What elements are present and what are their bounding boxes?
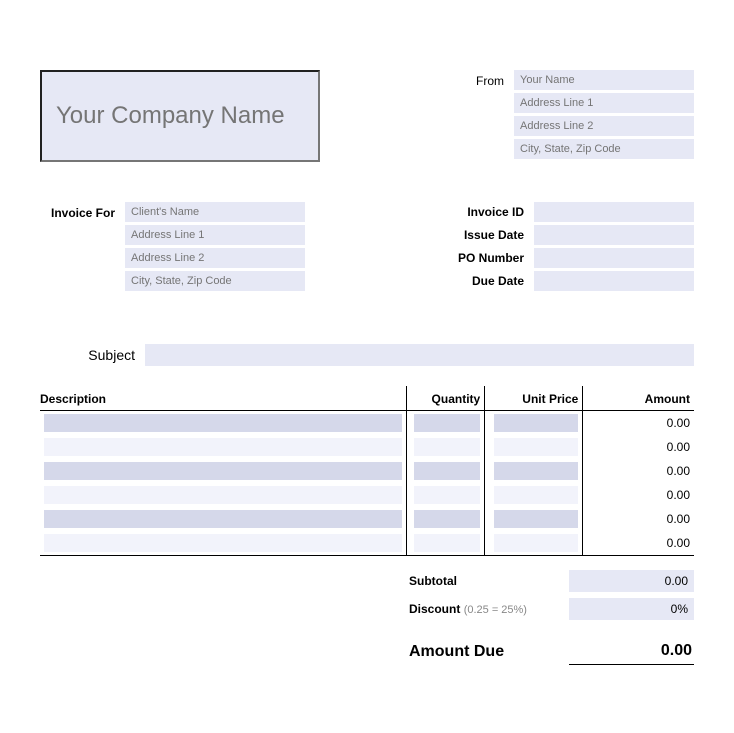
client-csz-input[interactable] <box>125 271 305 291</box>
from-name-input[interactable] <box>514 70 694 90</box>
quantity-input[interactable] <box>414 486 480 504</box>
quantity-input[interactable] <box>414 438 480 456</box>
po-number-label: PO Number <box>434 251 524 265</box>
invoice-id-input[interactable] <box>534 202 694 222</box>
po-number-input[interactable] <box>534 248 694 268</box>
client-addr1-input[interactable] <box>125 225 305 245</box>
client-name-input[interactable] <box>125 202 305 222</box>
table-row: 0.00 <box>40 435 694 459</box>
discount-row: Discount (0.25 = 25%) 0% <box>40 598 694 620</box>
invoice-meta-block: Invoice ID Issue Date PO Number Due Date <box>434 202 694 294</box>
unit-price-input[interactable] <box>494 414 579 432</box>
from-address-fields <box>514 70 694 162</box>
amount-cell: 0.00 <box>583 483 694 507</box>
from-addr2-input[interactable] <box>514 116 694 136</box>
table-row: 0.00 <box>40 411 694 436</box>
po-number-row: PO Number <box>434 248 694 268</box>
issue-date-label: Issue Date <box>434 228 524 242</box>
subject-input[interactable] <box>145 344 694 366</box>
invoice-for-block: Invoice For <box>40 202 305 294</box>
invoice-template: From Invoice For Invoice ID <box>0 0 734 705</box>
discount-hint: (0.25 = 25%) <box>464 604 527 616</box>
amount-cell: 0.00 <box>583 507 694 531</box>
from-csz-input[interactable] <box>514 139 694 159</box>
from-label: From <box>444 70 504 162</box>
description-input[interactable] <box>44 438 402 456</box>
amount-due-label: Amount Due <box>409 643 569 661</box>
quantity-input[interactable] <box>414 534 480 552</box>
company-name-input[interactable] <box>40 70 320 162</box>
invoice-id-row: Invoice ID <box>434 202 694 222</box>
discount-label: Discount (0.25 = 25%) <box>409 602 569 616</box>
quantity-input[interactable] <box>414 510 480 528</box>
description-input[interactable] <box>44 414 402 432</box>
totals-block: Subtotal 0.00 Discount (0.25 = 25%) 0% A… <box>40 570 694 665</box>
table-row: 0.00 <box>40 459 694 483</box>
mid-row: Invoice For Invoice ID Issue Date PO Num… <box>40 202 694 294</box>
description-input[interactable] <box>44 462 402 480</box>
issue-date-row: Issue Date <box>434 225 694 245</box>
header-quantity: Quantity <box>406 386 484 411</box>
client-addr2-input[interactable] <box>125 248 305 268</box>
header-amount: Amount <box>583 386 694 411</box>
quantity-input[interactable] <box>414 462 480 480</box>
subtotal-value: 0.00 <box>569 570 694 592</box>
description-input[interactable] <box>44 510 402 528</box>
description-input[interactable] <box>44 534 402 552</box>
quantity-input[interactable] <box>414 414 480 432</box>
header-description: Description <box>40 386 406 411</box>
issue-date-input[interactable] <box>534 225 694 245</box>
subtotal-row: Subtotal 0.00 <box>40 570 694 592</box>
table-row: 0.00 <box>40 507 694 531</box>
amount-cell: 0.00 <box>583 459 694 483</box>
subtotal-label: Subtotal <box>409 574 569 588</box>
subject-row: Subject <box>40 344 694 366</box>
from-block: From <box>444 70 694 162</box>
due-date-label: Due Date <box>434 274 524 288</box>
line-items-table: Description Quantity Unit Price Amount 0… <box>40 386 694 556</box>
amount-cell: 0.00 <box>583 435 694 459</box>
table-row: 0.00 <box>40 531 694 556</box>
unit-price-input[interactable] <box>494 462 579 480</box>
amount-due-value: 0.00 <box>569 638 694 665</box>
invoice-for-label: Invoice For <box>40 202 115 294</box>
amount-cell: 0.00 <box>583 411 694 436</box>
header-unit-price: Unit Price <box>485 386 583 411</box>
table-row: 0.00 <box>40 483 694 507</box>
amount-cell: 0.00 <box>583 531 694 556</box>
client-address-fields <box>125 202 305 294</box>
from-addr1-input[interactable] <box>514 93 694 113</box>
unit-price-input[interactable] <box>494 534 579 552</box>
invoice-id-label: Invoice ID <box>434 205 524 219</box>
description-input[interactable] <box>44 486 402 504</box>
due-date-input[interactable] <box>534 271 694 291</box>
header-row: From <box>40 70 694 162</box>
unit-price-input[interactable] <box>494 510 579 528</box>
due-date-row: Due Date <box>434 271 694 291</box>
table-header-row: Description Quantity Unit Price Amount <box>40 386 694 411</box>
unit-price-input[interactable] <box>494 438 579 456</box>
unit-price-input[interactable] <box>494 486 579 504</box>
discount-value[interactable]: 0% <box>569 598 694 620</box>
subject-label: Subject <box>40 347 135 363</box>
amount-due-row: Amount Due 0.00 <box>40 638 694 665</box>
